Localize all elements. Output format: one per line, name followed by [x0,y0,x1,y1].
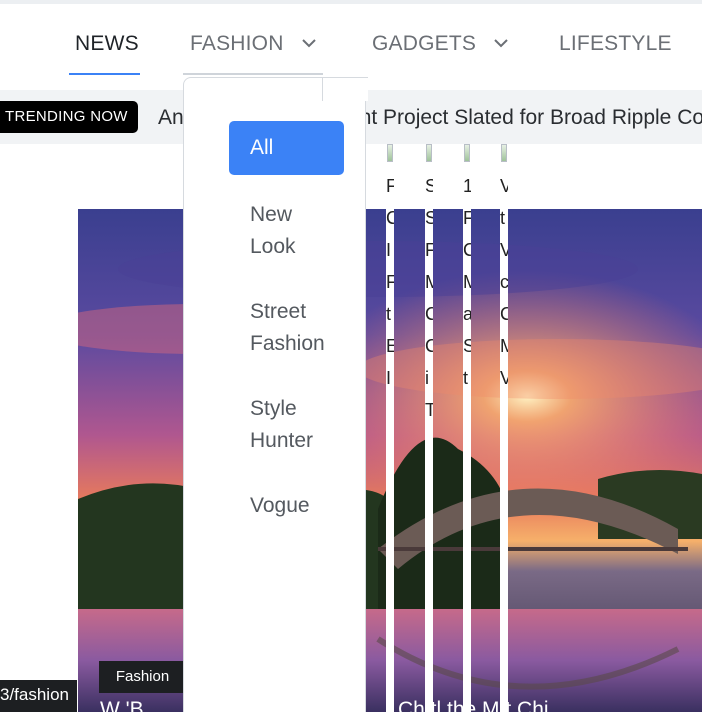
broken-image-icon [464,144,470,162]
nav-item-label: GADGETS [372,32,477,55]
dropdown-item-new-look[interactable]: New Look [250,199,365,263]
nav-item-gadgets[interactable]: GADGETS [372,30,508,70]
dropdown-item-all[interactable]: All [229,121,344,175]
trending-badge: TRENDING NOW [0,101,138,133]
dropdown-item-vogue[interactable]: Vogue [250,490,365,522]
nav-item-label: NEWS [75,32,139,55]
strip-text: S S F M C C i T [425,176,433,420]
active-nav-underline [69,73,140,75]
category-tag[interactable]: Fashion [99,661,186,693]
trending-headline-end: nt Project Slated for Broad Ripple Co [359,106,702,129]
chevron-down-icon [301,28,316,56]
broken-image-icon [501,144,507,162]
article-card-strip: 1 F C M a S t [463,144,471,712]
nav-item-news[interactable]: NEWS [75,30,139,70]
hero-title-peek: W 'B [100,698,144,712]
dropdown-item-street-fashion[interactable]: Street Fashion [250,296,365,360]
broken-image-icon [426,144,432,162]
nav-item-lifestyle[interactable]: LIFESTYLE [559,30,672,70]
strip-text: V t V c C M V [500,176,508,388]
article-card-strip: V t V c C M V [500,144,508,712]
chevron-down-icon [494,28,508,56]
strip-text: 1 F C M a S t [463,176,471,388]
dropdown-notch [322,77,368,101]
strip-text: F C I F t E I [386,176,394,388]
article-card-strip: F C I F t E I [386,144,394,712]
nav-item-label: FASHION [190,32,284,55]
dropdown-item-label: All [250,136,274,159]
hover-nav-underline [183,73,323,75]
nav-item-label: LIFESTYLE [559,32,672,55]
broken-image-icon [387,144,393,162]
fashion-dropdown-menu: All New Look Street Fashion Style Hunter… [183,77,368,712]
nav-item-fashion[interactable]: FASHION [190,30,316,70]
url-tooltip: 3/fashion [0,680,77,712]
article-card-strip: S S F M C C i T [425,144,433,712]
hero-title-peek-right: Ch tl the M t Chi [398,698,549,712]
trending-headline-start: An [158,106,184,129]
dropdown-item-style-hunter[interactable]: Style Hunter [250,393,365,457]
